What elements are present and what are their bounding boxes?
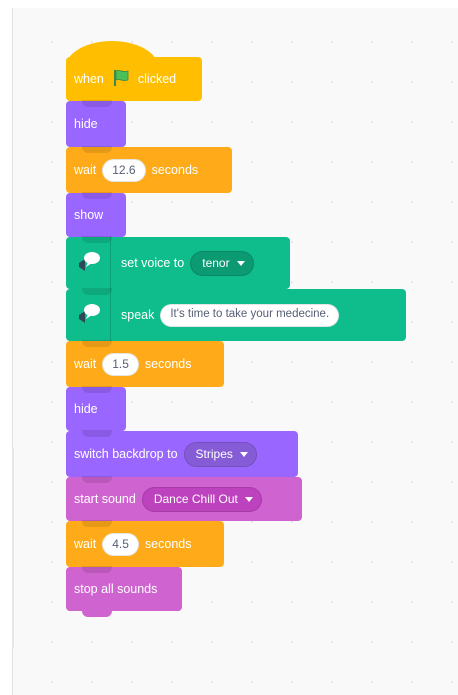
speech-bubble-icon [66, 289, 111, 341]
green-flag-icon [112, 69, 130, 90]
start-sound-block[interactable]: start sound Dance Chill Out [66, 476, 302, 527]
workspace-edge [12, 448, 14, 648]
sound-dropdown[interactable]: Dance Chill Out [141, 486, 262, 512]
wait-seconds-input[interactable]: 12.6 [102, 158, 146, 182]
clicked-label: clicked [137, 71, 177, 86]
hide-label: hide [74, 401, 98, 416]
seconds-label: seconds [151, 162, 199, 177]
seconds-label: seconds [144, 536, 192, 551]
sound-value: Dance Chill Out [153, 492, 238, 506]
voice-value: tenor [202, 256, 230, 270]
hide-block[interactable]: hide [66, 100, 126, 153]
seconds-label: seconds [144, 356, 192, 371]
show-label: show [74, 207, 104, 222]
chevron-down-icon [236, 260, 245, 266]
wait-block[interactable]: wait 12.6 seconds [66, 146, 232, 199]
start-sound-label: start sound [74, 491, 136, 506]
wait-label: wait [74, 356, 97, 371]
wait-seconds-input[interactable]: 1.5 [102, 352, 139, 376]
wait-label: wait [74, 162, 97, 177]
show-block[interactable]: show [66, 192, 126, 243]
speak-label: speak [121, 307, 155, 322]
hide-block[interactable]: hide [66, 386, 126, 437]
switch-backdrop-label: switch backdrop to [74, 446, 178, 461]
wait-label: wait [74, 536, 97, 551]
when-flag-clicked-block[interactable]: when clicked [66, 41, 202, 107]
hide-label: hide [74, 116, 98, 131]
set-voice-block[interactable]: set voice to tenor [66, 236, 290, 295]
stop-all-sounds-label: stop all sounds [74, 581, 158, 596]
set-voice-label: set voice to [121, 255, 185, 270]
wait-block[interactable]: wait 1.5 seconds [66, 340, 224, 393]
wait-block[interactable]: wait 4.5 seconds [66, 520, 224, 573]
stop-all-sounds-block[interactable]: stop all sounds [66, 566, 182, 617]
wait-seconds-input[interactable]: 4.5 [102, 532, 139, 556]
speak-block[interactable]: speak It's time to take your medecine. [66, 288, 406, 347]
backdrop-dropdown[interactable]: Stripes [183, 441, 257, 467]
chevron-down-icon [239, 451, 248, 457]
switch-backdrop-block[interactable]: switch backdrop to Stripes [66, 430, 298, 483]
backdrop-value: Stripes [195, 447, 233, 461]
speak-text-input[interactable]: It's time to take your medecine. [160, 303, 340, 327]
speech-bubble-icon [66, 237, 111, 289]
voice-dropdown[interactable]: tenor [190, 250, 254, 276]
chevron-down-icon [244, 496, 253, 502]
when-label: when [74, 71, 104, 86]
